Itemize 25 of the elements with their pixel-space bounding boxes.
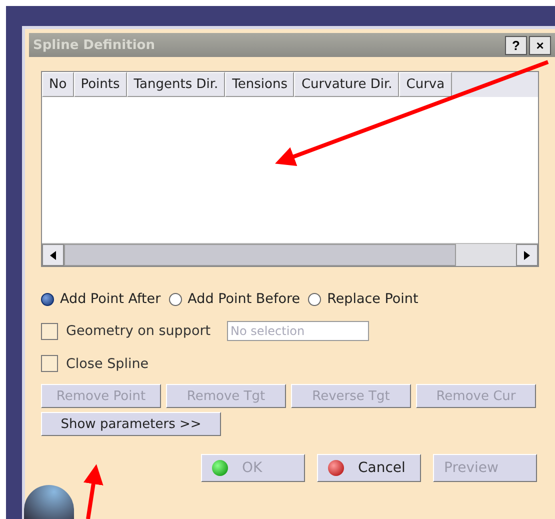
column-header[interactable]: Tensions [225, 72, 294, 97]
status-light-icon [212, 460, 228, 476]
close-button[interactable]: × [529, 36, 551, 54]
dialog-button[interactable]: Cancel [317, 454, 421, 482]
checkbox[interactable] [41, 322, 58, 340]
scroll-right-icon[interactable] [524, 250, 530, 260]
checkbox[interactable] [41, 355, 58, 372]
window-title: Spline Definition [33, 38, 156, 52]
radio-option[interactable]: Add Point After [41, 291, 161, 307]
status-light-icon [328, 460, 344, 476]
column-header[interactable]: Curva [399, 72, 452, 97]
help-button[interactable]: ? [505, 36, 527, 54]
column-header[interactable]: Points [74, 72, 127, 97]
column-header[interactable]: Tangents Dir. [126, 72, 226, 97]
checkbox-label: Geometry on support [66, 323, 211, 339]
radio-option[interactable]: Add Point Before [168, 291, 300, 307]
show-parameters-button[interactable]: Show parameters >> [41, 412, 221, 436]
radio-option[interactable]: Replace Point [308, 291, 418, 307]
horizontal-scrollbar[interactable] [42, 243, 538, 266]
column-header[interactable]: Curvature Dir. [294, 72, 400, 97]
column-header[interactable]: No [42, 72, 74, 97]
checkbox-label: Close Spline [66, 356, 149, 372]
support-field[interactable]: No selection [226, 321, 369, 341]
scroll-left-icon[interactable] [50, 250, 56, 260]
annotation-arrow [84, 464, 104, 519]
